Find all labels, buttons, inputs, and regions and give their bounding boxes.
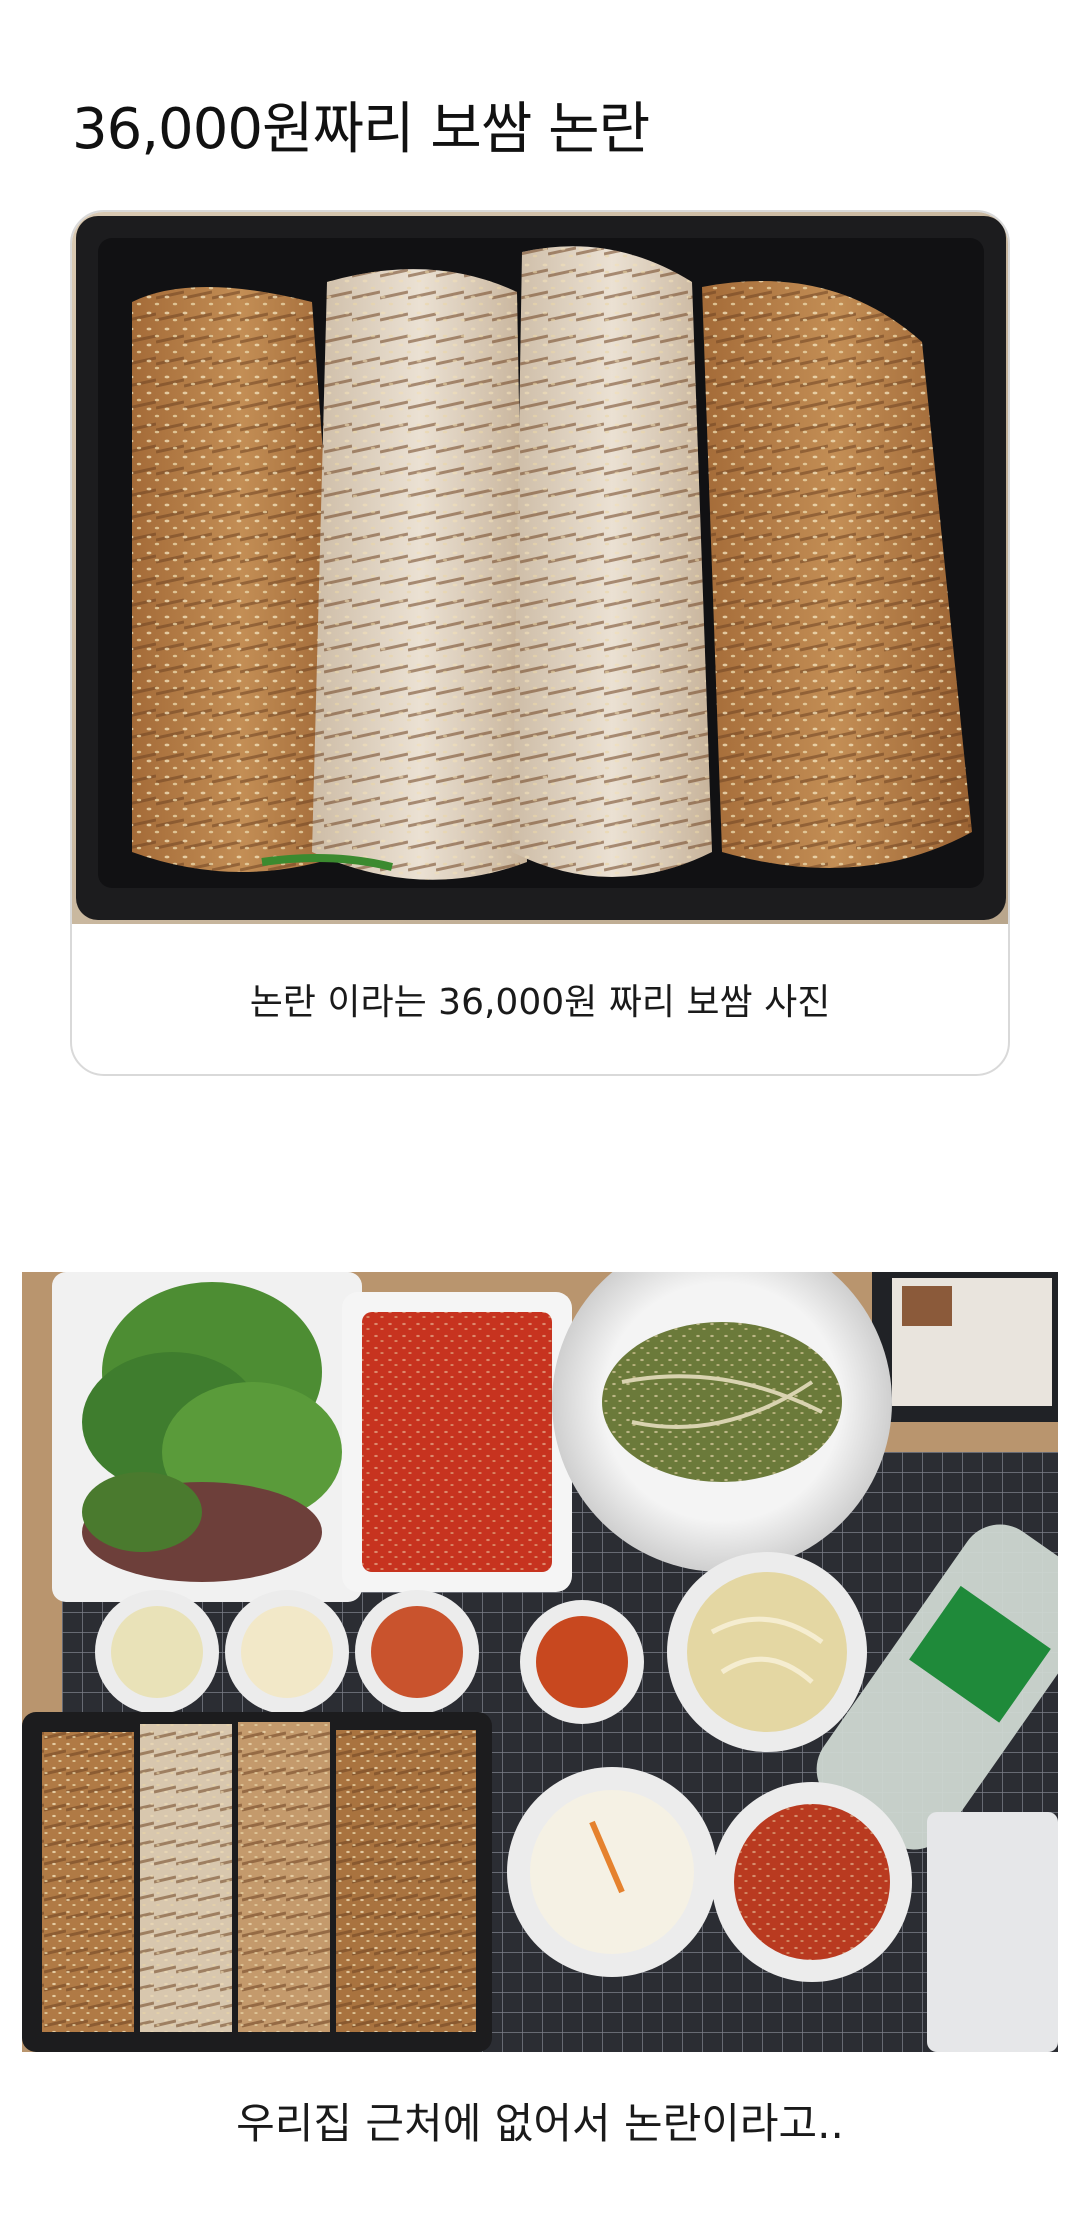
bossam-tray-photo[interactable]	[72, 212, 1008, 924]
soup-cup	[667, 1552, 867, 1752]
plastic-lid	[927, 1812, 1058, 2052]
kimchi-container	[342, 1292, 572, 1592]
bottom-caption: 우리집 근처에 없어서 논란이라고..	[236, 2098, 844, 2148]
radish-bowl	[507, 1767, 717, 1977]
photo-card[interactable]: 논란 이라는 36,000원 짜리 보쌈 사진	[70, 210, 1010, 1076]
bossam-spread-photo[interactable]	[22, 1272, 1058, 2052]
pork-rows	[132, 246, 972, 880]
lettuce-container	[52, 1272, 362, 1602]
card-caption: 논란 이라는 36,000원 짜리 보쌈 사진	[249, 982, 831, 1023]
post-title: 36,000원짜리 보쌈 논란	[72, 97, 650, 162]
bossam-tray	[22, 1712, 492, 2052]
spicy-side-bowl	[712, 1782, 912, 1982]
